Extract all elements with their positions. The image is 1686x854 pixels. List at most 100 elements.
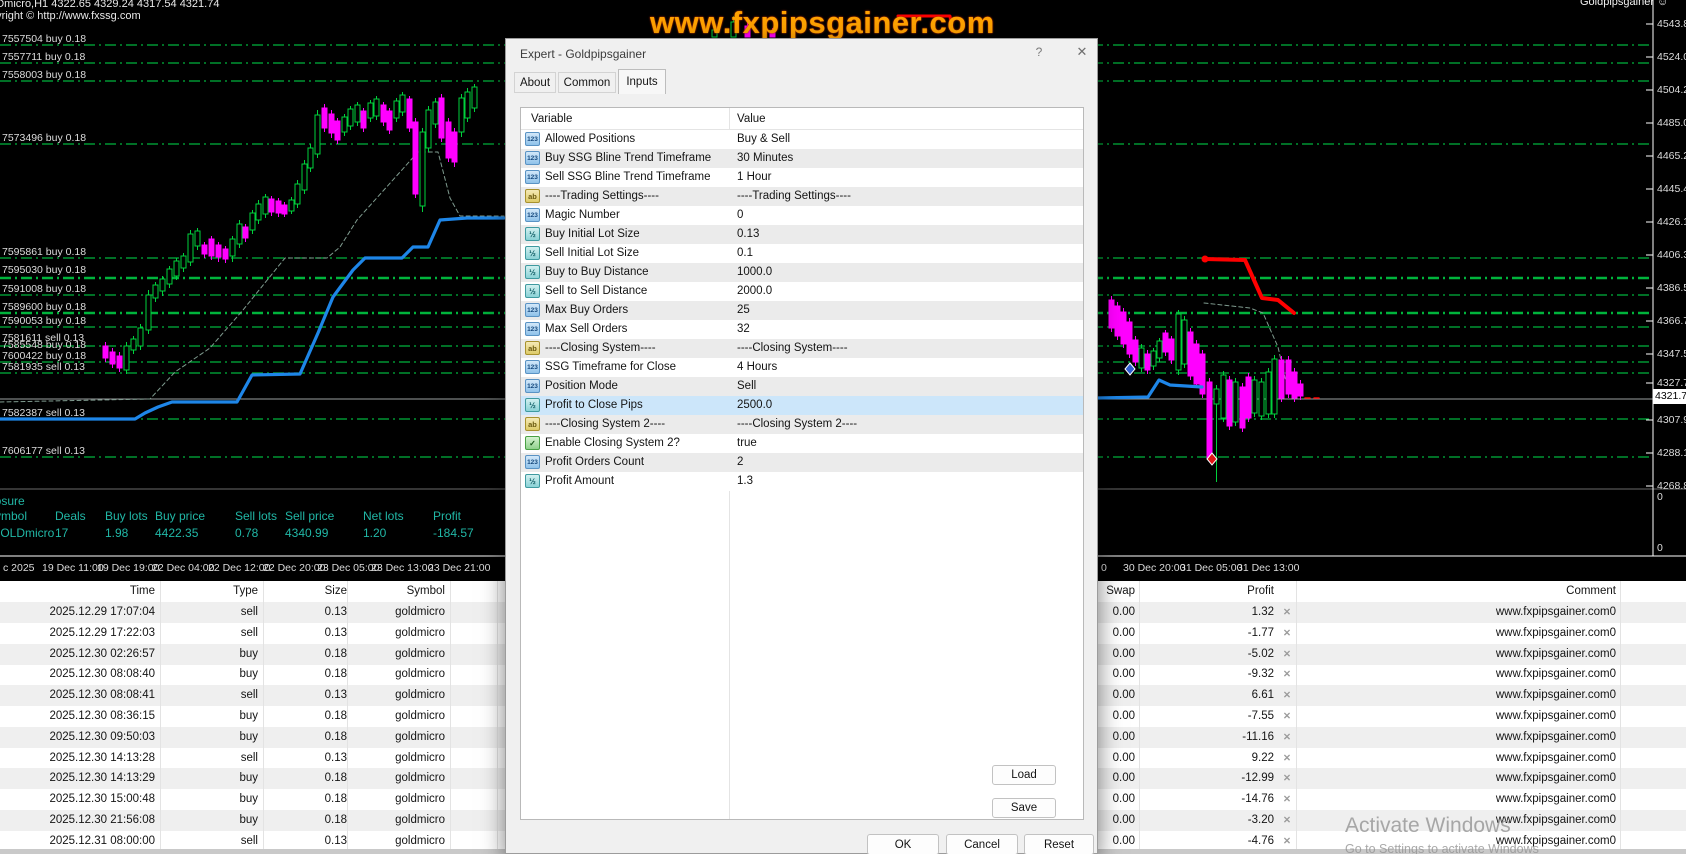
input-value[interactable]: ----Closing System 2---- bbox=[737, 415, 857, 434]
input-row[interactable]: ½ Buy Initial Lot Size 0.13 bbox=[521, 225, 1083, 244]
close-deal-icon[interactable]: ✕ bbox=[1280, 810, 1294, 831]
column-header-variable[interactable]: Variable bbox=[531, 108, 572, 130]
candlestick bbox=[1291, 371, 1298, 399]
input-row[interactable]: 123 Max Buy Orders 25 bbox=[521, 301, 1083, 320]
history-cell-symbol: goldmicro bbox=[395, 793, 445, 806]
history-col-header-type[interactable]: Type bbox=[165, 581, 258, 602]
input-value[interactable]: 2 bbox=[737, 453, 743, 472]
history-column-divider[interactable] bbox=[263, 581, 264, 849]
input-row[interactable]: ab ----Closing System 2---- ----Closing Sy… bbox=[521, 415, 1083, 434]
candlestick bbox=[419, 131, 426, 207]
close-deal-icon[interactable]: ✕ bbox=[1280, 644, 1294, 665]
input-value[interactable]: 0.13 bbox=[737, 225, 759, 244]
history-cell-profit: -5.02 bbox=[1247, 647, 1274, 660]
tab-about[interactable]: About bbox=[514, 72, 556, 93]
input-row[interactable]: 123 SSG Timeframe for Close 4 Hours bbox=[521, 358, 1083, 377]
input-value[interactable]: 30 Minutes bbox=[737, 149, 793, 168]
input-row[interactable]: ab ----Trading Settings---- ----Trading Se… bbox=[521, 187, 1083, 206]
input-value[interactable]: 32 bbox=[737, 320, 750, 339]
input-value[interactable]: 4 Hours bbox=[737, 358, 777, 377]
history-column-divider[interactable] bbox=[1296, 581, 1297, 849]
candlestick bbox=[222, 248, 229, 260]
history-cell-time: 2025.12.29 17:22:03 bbox=[49, 626, 155, 639]
input-value[interactable]: ----Closing System---- bbox=[737, 339, 848, 358]
input-row[interactable]: ✓ Enable Closing System 2? true bbox=[521, 434, 1083, 453]
close-deal-icon[interactable]: ✕ bbox=[1280, 602, 1294, 623]
history-cell-comment: www.fxpipsgainer.com0 bbox=[1495, 772, 1616, 785]
cancel-button[interactable]: Cancel bbox=[946, 834, 1018, 854]
input-row[interactable]: 123 Magic Number 0 bbox=[521, 206, 1083, 225]
close-deal-icon[interactable]: ✕ bbox=[1280, 706, 1294, 727]
ok-button[interactable]: OK bbox=[867, 834, 939, 854]
candlestick bbox=[321, 107, 328, 129]
input-value[interactable]: 2000.0 bbox=[737, 282, 772, 301]
history-col-header-profit[interactable]: Profit bbox=[1142, 581, 1274, 602]
price-axis-label: 4307.9 bbox=[1657, 414, 1686, 426]
input-value[interactable]: ----Trading Settings---- bbox=[737, 187, 851, 206]
history-cell-size: 0.18 bbox=[324, 647, 347, 660]
input-row[interactable]: 123 Buy SSG Bline Trend Timeframe 30 Minut… bbox=[521, 149, 1083, 168]
input-row[interactable]: ab ----Closing System---- ----Closing Syst… bbox=[521, 339, 1083, 358]
close-icon[interactable]: ✕ bbox=[1072, 44, 1092, 62]
input-value[interactable]: true bbox=[737, 434, 757, 453]
history-column-divider[interactable] bbox=[1139, 581, 1140, 849]
input-row[interactable]: ½ Sell Initial Lot Size 0.1 bbox=[521, 244, 1083, 263]
input-row[interactable]: 123 Max Sell Orders 32 bbox=[521, 320, 1083, 339]
input-value[interactable]: 1.3 bbox=[737, 472, 753, 491]
close-deal-icon[interactable]: ✕ bbox=[1280, 768, 1294, 789]
history-col-header-size[interactable]: Size bbox=[268, 581, 347, 602]
red-line-start-dot bbox=[1201, 255, 1209, 263]
input-value[interactable]: 2500.0 bbox=[737, 396, 772, 415]
history-cell-size: 0.18 bbox=[324, 710, 347, 722]
close-deal-icon[interactable]: ✕ bbox=[1280, 748, 1294, 769]
close-deal-icon[interactable]: ✕ bbox=[1280, 664, 1294, 685]
candlestick bbox=[301, 163, 308, 191]
input-row[interactable]: ½ Buy to Buy Distance 1000.0 bbox=[521, 263, 1083, 282]
history-col-header-symbol[interactable]: Symbol bbox=[352, 581, 445, 602]
input-variable: Magic Number bbox=[545, 209, 620, 221]
input-row[interactable]: 123 Sell SSG Bline Trend Timeframe 1 Hour bbox=[521, 168, 1083, 187]
input-value[interactable]: Buy & Sell bbox=[737, 130, 790, 149]
history-cell-profit: 1.32 bbox=[1251, 606, 1274, 618]
history-col-header-time[interactable]: Time bbox=[6, 581, 155, 602]
history-col-header-swap[interactable]: Swap bbox=[1100, 581, 1135, 602]
tab-inputs[interactable]: Inputs bbox=[618, 69, 666, 94]
input-row[interactable]: ½ Profit Amount 1.3 bbox=[521, 472, 1083, 491]
close-deal-icon[interactable]: ✕ bbox=[1280, 623, 1294, 644]
history-column-divider[interactable] bbox=[1620, 581, 1621, 849]
help-icon[interactable]: ? bbox=[1030, 45, 1048, 61]
history-column-divider[interactable] bbox=[450, 581, 451, 849]
tab-common[interactable]: Common bbox=[558, 72, 616, 93]
input-row[interactable]: 123 Profit Orders Count 2 bbox=[521, 453, 1083, 472]
input-row[interactable]: ½ Profit to Close Pips 2500.0 bbox=[521, 396, 1083, 415]
history-col-header-comment[interactable]: Comment bbox=[1300, 581, 1616, 602]
column-header-value[interactable]: Value bbox=[737, 108, 766, 130]
history-column-divider[interactable] bbox=[347, 581, 348, 849]
input-variable: Sell Initial Lot Size bbox=[545, 247, 639, 259]
input-value[interactable]: 0.1 bbox=[737, 244, 753, 263]
candlestick bbox=[347, 108, 354, 127]
date-axis-label: c 2025 bbox=[3, 562, 35, 574]
history-column-divider[interactable] bbox=[160, 581, 161, 849]
save-button[interactable]: Save bbox=[992, 798, 1056, 818]
candlestick bbox=[166, 268, 173, 285]
input-value[interactable]: 25 bbox=[737, 301, 750, 320]
input-value[interactable]: Sell bbox=[737, 377, 756, 396]
input-row[interactable]: 123 Position Mode Sell bbox=[521, 377, 1083, 396]
close-deal-icon[interactable]: ✕ bbox=[1280, 685, 1294, 706]
input-value[interactable]: 1 Hour bbox=[737, 168, 772, 187]
load-button[interactable]: Load bbox=[992, 765, 1056, 785]
input-row[interactable]: 123 Allowed Positions Buy & Sell bbox=[521, 130, 1083, 149]
input-value[interactable]: 0 bbox=[737, 206, 743, 225]
date-axis-label: 23 Dec 13:00 bbox=[371, 562, 434, 574]
close-deal-icon[interactable]: ✕ bbox=[1280, 789, 1294, 810]
input-row[interactable]: ½ Sell to Sell Distance 2000.0 bbox=[521, 282, 1083, 301]
close-deal-icon[interactable]: ✕ bbox=[1280, 727, 1294, 748]
candlestick bbox=[268, 198, 275, 213]
history-cell-swap: 0.00 bbox=[1112, 647, 1135, 660]
history-column-divider[interactable] bbox=[497, 581, 498, 849]
input-value[interactable]: 1000.0 bbox=[737, 263, 772, 282]
history-cell-comment: www.fxpipsgainer.com0 bbox=[1495, 689, 1616, 702]
reset-button[interactable]: Reset bbox=[1024, 834, 1094, 854]
candlestick bbox=[1193, 343, 1200, 385]
